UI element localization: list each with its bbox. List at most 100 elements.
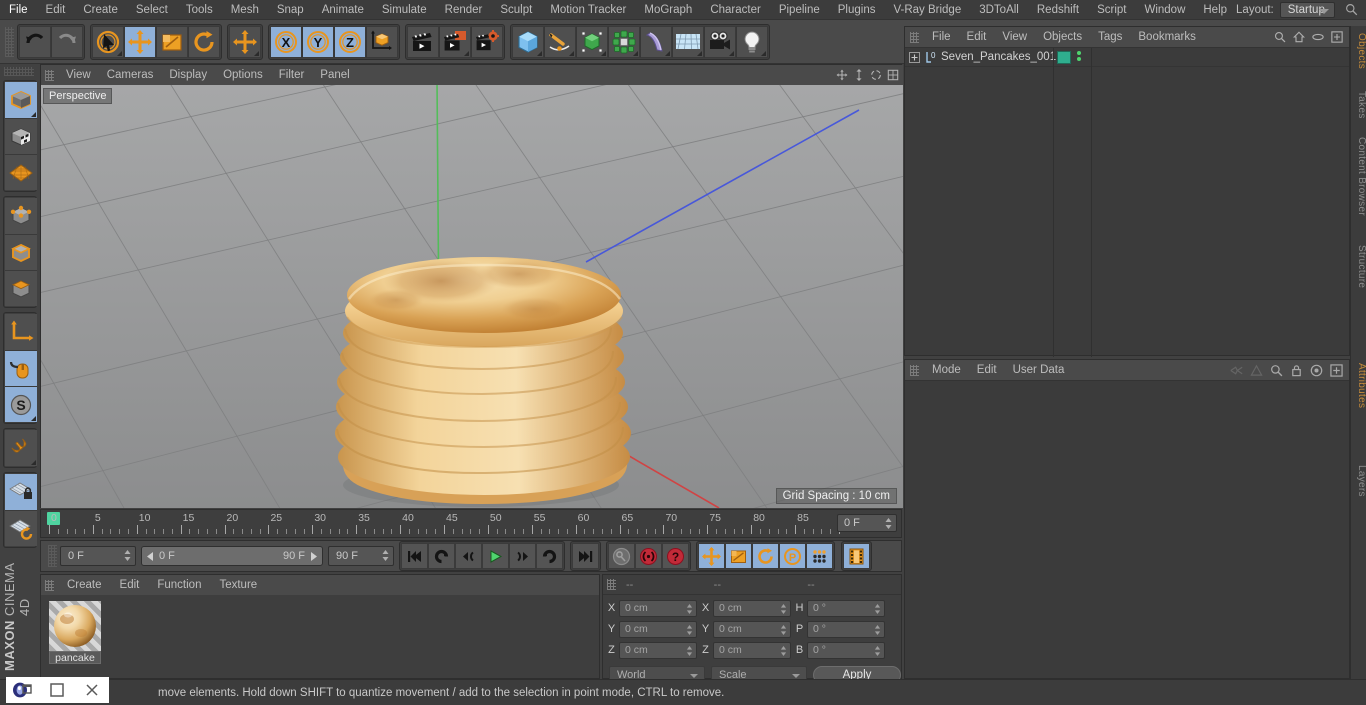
menu-item-select[interactable]: Select (127, 0, 177, 20)
current-frame-field[interactable]: 0 F (60, 546, 136, 566)
key-param-button[interactable]: P (779, 543, 806, 569)
range-end-handle-icon[interactable] (309, 551, 318, 561)
menu-item-plugins[interactable]: Plugins (829, 0, 885, 20)
app-icon-button[interactable] (6, 677, 40, 703)
dock-tab-attributes[interactable]: Attributes (1351, 356, 1366, 415)
spinner-icon[interactable] (382, 550, 389, 561)
render-view-button[interactable] (407, 25, 439, 58)
object-menu-file[interactable]: File (924, 27, 959, 48)
search-icon[interactable] (1345, 3, 1358, 16)
key-position-button[interactable] (698, 543, 725, 569)
add-nurbs-button[interactable] (576, 25, 608, 58)
expand-plus-icon[interactable] (909, 51, 920, 63)
go-to-end-button[interactable] (572, 543, 599, 569)
record-question-button[interactable]: ? (662, 543, 689, 569)
add-camera-button[interactable] (704, 25, 736, 58)
menu-item-3dtoall[interactable]: 3DToAll (970, 0, 1028, 20)
home-icon[interactable] (1293, 31, 1305, 43)
key-rotation-button[interactable] (752, 543, 779, 569)
points-mode-button[interactable] (5, 198, 37, 234)
timeline-frame-field[interactable]: 0 F (837, 514, 897, 532)
search-icon[interactable] (1274, 31, 1286, 43)
dock-tab-layers[interactable]: Layers (1351, 458, 1366, 504)
menu-item-animate[interactable]: Animate (313, 0, 373, 20)
spinner-icon[interactable] (686, 624, 693, 635)
menu-item-redshift[interactable]: Redshift (1028, 0, 1088, 20)
spinner-icon[interactable] (874, 624, 881, 635)
coord-input-size-0[interactable]: 0 cm (713, 599, 791, 617)
material-grip[interactable] (45, 579, 54, 591)
layout-dropdown[interactable]: Startup (1279, 1, 1335, 18)
transport-grip[interactable] (48, 545, 57, 567)
toolbar-grip[interactable] (5, 26, 14, 57)
maximize-icon[interactable] (887, 69, 899, 81)
magnet-button[interactable] (5, 430, 37, 466)
viewport-menu-options[interactable]: Options (215, 65, 271, 85)
attribute-menu-mode[interactable]: Mode (924, 360, 969, 381)
attribute-menu-user-data[interactable]: User Data (1005, 360, 1073, 381)
lock-y-button[interactable]: Y (302, 25, 334, 58)
world-coord-button[interactable] (366, 25, 398, 58)
move-tool-button[interactable] (124, 25, 156, 58)
play-reverse-button[interactable] (428, 543, 455, 569)
object-menu-view[interactable]: View (994, 27, 1035, 48)
menu-item-mesh[interactable]: Mesh (222, 0, 268, 20)
viewport-menu-display[interactable]: Display (161, 65, 215, 85)
lock-icon[interactable] (1290, 364, 1303, 377)
play-forward-loop-button[interactable] (536, 543, 563, 569)
object-axis-button[interactable] (5, 314, 37, 350)
timeline-toggle-button[interactable] (843, 543, 870, 569)
go-to-start-button[interactable] (401, 543, 428, 569)
key-points-button[interactable] (806, 543, 833, 569)
attribute-manager-grip[interactable] (910, 364, 919, 376)
move-axis-button[interactable] (229, 25, 261, 58)
select-tool-button[interactable] (92, 25, 124, 58)
viewport-solo-button[interactable] (5, 154, 37, 190)
minimize-button[interactable] (40, 677, 74, 703)
coord-input-rotation-0[interactable]: 0 ° (807, 599, 885, 617)
viewport-menu-cameras[interactable]: Cameras (99, 65, 162, 85)
add-light-button[interactable] (736, 25, 768, 58)
rotate-tool-button[interactable] (188, 25, 220, 58)
spinner-icon[interactable] (780, 645, 787, 656)
coord-input-position-1[interactable]: 0 cm (619, 620, 697, 638)
coord-input-size-2[interactable]: 0 cm (713, 641, 791, 659)
redo-button[interactable] (51, 25, 83, 58)
object-tag-swatch[interactable] (1057, 51, 1071, 64)
polygons-mode-button[interactable] (5, 270, 37, 306)
play-button[interactable] (482, 543, 509, 569)
undo-button[interactable] (19, 25, 51, 58)
menu-item-create[interactable]: Create (74, 0, 127, 20)
plus-box-icon[interactable] (1330, 363, 1343, 377)
object-menu-tags[interactable]: Tags (1090, 27, 1130, 48)
menu-item-mograph[interactable]: MoGraph (635, 0, 701, 20)
add-cube-button[interactable] (512, 25, 544, 58)
coord-input-rotation-2[interactable]: 0 ° (807, 641, 885, 659)
step-back-button[interactable] (455, 543, 482, 569)
interpolate-icon[interactable] (1230, 364, 1243, 377)
menu-item-script[interactable]: Script (1088, 0, 1135, 20)
lock-z-button[interactable]: Z (334, 25, 366, 58)
menu-item-v-ray-bridge[interactable]: V-Ray Bridge (884, 0, 970, 20)
dock-tab-objects[interactable]: Objects (1351, 26, 1366, 76)
coord-input-size-1[interactable]: 0 cm (713, 620, 791, 638)
object-menu-objects[interactable]: Objects (1035, 27, 1090, 48)
spinner-icon[interactable] (885, 518, 892, 529)
range-start-handle-icon[interactable] (146, 551, 155, 561)
object-menu-bookmarks[interactable]: Bookmarks (1130, 27, 1204, 48)
menu-item-help[interactable]: Help (1194, 0, 1236, 20)
eye-icon[interactable] (1312, 31, 1324, 43)
menu-item-render[interactable]: Render (436, 0, 492, 20)
autokey-button[interactable] (608, 543, 635, 569)
render-picture-viewer-button[interactable] (439, 25, 471, 58)
menu-item-snap[interactable]: Snap (268, 0, 313, 20)
dock-tab-takes[interactable]: Takes (1351, 84, 1366, 126)
menu-item-edit[interactable]: Edit (37, 0, 75, 20)
spinner-icon[interactable] (124, 550, 131, 561)
attribute-menu-edit[interactable]: Edit (969, 360, 1005, 381)
key-scale-button[interactable] (725, 543, 752, 569)
object-manager-grip[interactable] (910, 31, 919, 43)
zoom-icon[interactable] (853, 69, 865, 81)
menu-item-character[interactable]: Character (701, 0, 770, 20)
menu-item-window[interactable]: Window (1135, 0, 1194, 20)
